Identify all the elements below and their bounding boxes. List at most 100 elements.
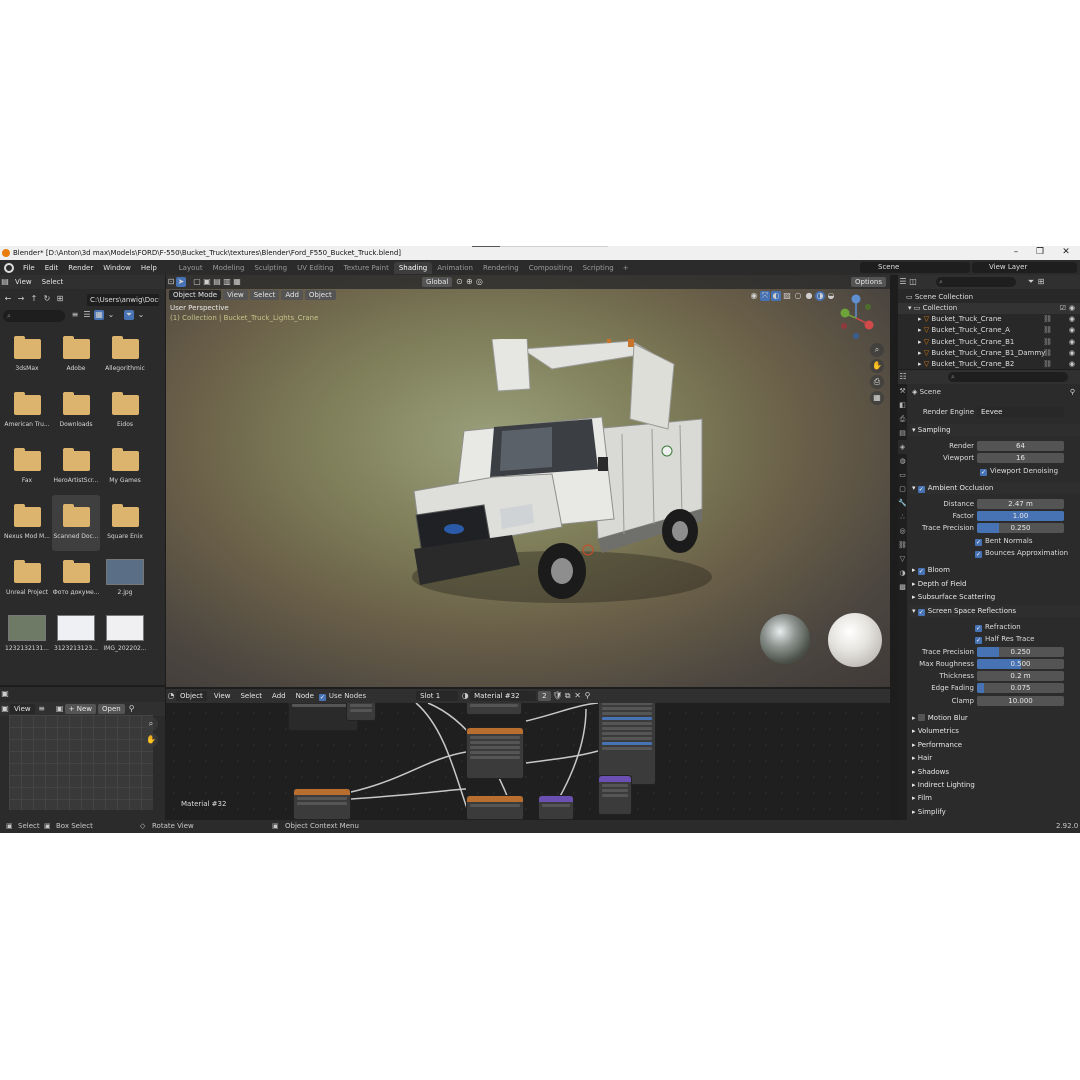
new-collection-icon[interactable]: ⊞ (1036, 277, 1046, 287)
forward-arrow-icon[interactable]: → (16, 294, 26, 304)
outliner-object-row[interactable]: ▸ ▽ Bucket_Truck_Crane_B1 ⛓ ◉ (898, 337, 1080, 348)
tab-modeling[interactable]: Modeling (208, 262, 250, 274)
file-item[interactable]: IMG_202202... (101, 607, 149, 663)
pivot-icon[interactable]: ⊙ (454, 277, 464, 287)
outliner-scene-collection[interactable]: ▭ Scene Collection (898, 292, 1080, 303)
maximize-button[interactable]: ❐ (1028, 247, 1052, 257)
file-item[interactable]: 3dsMax (3, 327, 51, 383)
view-layer-tab-icon[interactable]: ▤ (898, 426, 907, 440)
menu-edit[interactable]: Edit (40, 264, 64, 272)
pin-icon[interactable]: ⚲ (127, 704, 137, 714)
tab-sculpting[interactable]: Sculpting (249, 262, 292, 274)
file-item[interactable]: HeroArtistScr... (52, 439, 100, 495)
select-mode-icon-4[interactable]: ▥ (222, 277, 232, 287)
image-browse-icon[interactable]: ▣ (55, 704, 65, 714)
wireframe-shading-icon[interactable]: ○ (793, 291, 803, 301)
image-editor-type-icon[interactable]: ▣ (0, 704, 10, 714)
eye-icon[interactable]: ◉ (1069, 325, 1075, 336)
xray-icon[interactable]: ▨ (782, 291, 792, 301)
file-item[interactable]: American Tru... (3, 383, 51, 439)
eye-icon[interactable]: ◉ (1069, 337, 1075, 348)
overlay-toggle-icon[interactable]: ◐ (771, 291, 781, 301)
motion-blur-checkbox[interactable] (917, 714, 925, 721)
close-button[interactable]: ✕ (1054, 247, 1078, 257)
tab-rendering[interactable]: Rendering (478, 262, 524, 274)
outliner-object-row[interactable]: ▸ ▽ Bucket_Truck_Crane ⛓ ◉ (898, 314, 1080, 325)
select-mode-icon-2[interactable]: ▣ (202, 277, 212, 287)
transform-orientation[interactable]: Global (422, 277, 453, 287)
ssr-section-header[interactable]: ▾ ✓ Screen Space Reflections (909, 605, 1080, 617)
new-image-button[interactable]: + New (64, 704, 96, 714)
bloom-section-header[interactable]: ▸ ✓ Bloom (909, 564, 1080, 576)
tool-tab-icon[interactable]: ⚒ (898, 384, 907, 398)
modifier-tab-icon[interactable]: 🔧 (898, 496, 907, 510)
output-tab-icon[interactable]: ⎙ (898, 412, 907, 426)
editor-type-icon[interactable]: ☷ (898, 372, 908, 382)
vp-menu-view[interactable]: View (223, 290, 248, 300)
outliner-collection[interactable]: ▾ ▭ Collection ☑ ◉ (898, 303, 1080, 314)
minimize-button[interactable]: – (1004, 247, 1028, 257)
max-roughness-slider[interactable]: 0.500 (977, 659, 1064, 669)
pin-icon[interactable]: ⚲ (583, 691, 593, 701)
particles-tab-icon[interactable]: ∴ (898, 510, 907, 524)
material-tab-icon[interactable]: ◑ (898, 566, 907, 580)
gizmo-toggle-icon[interactable]: ⤧ (760, 291, 770, 301)
node-menu-add[interactable]: Add (267, 692, 291, 700)
node-menu-view[interactable]: View (209, 692, 236, 700)
file-item[interactable]: My Games (101, 439, 149, 495)
menu-window[interactable]: Window (98, 264, 136, 272)
sampling-viewport-field[interactable]: 16 (977, 453, 1064, 463)
fb-search-input[interactable]: ⌕ (3, 310, 65, 322)
viewport-denoising-checkbox[interactable]: ✓ Viewport Denoising (909, 465, 1080, 477)
open-image-button[interactable]: Open (98, 704, 125, 714)
editor-type-icon[interactable]: ⊡ (166, 277, 176, 287)
visibility-icon[interactable]: ◉ (749, 291, 759, 301)
eye-icon[interactable]: ◉ (1069, 303, 1075, 314)
outliner-object-row[interactable]: ▸ ▽ Bucket_Truck_Crane_A ⛓ ◉ (898, 325, 1080, 336)
properties-search-input[interactable]: ⌕ (948, 372, 1068, 382)
collection-tab-icon[interactable]: ▭ (898, 468, 907, 482)
menu-render[interactable]: Render (63, 264, 98, 272)
filter-icon[interactable]: ⏷ (1026, 277, 1036, 287)
file-item[interactable]: Eidos (101, 383, 149, 439)
collapsed-section-header[interactable]: ▸ Simplify (909, 806, 1080, 818)
3d-viewport[interactable]: ⊡ ➤ ▢ ▣ ▤ ▥ ▦ Global ⊙ ⊕ ◎ Options Objec… (166, 275, 890, 687)
menu-file[interactable]: File (18, 264, 40, 272)
file-item[interactable]: 1232132131... (3, 607, 51, 663)
node-editor-canvas[interactable]: Material #32 (166, 689, 890, 820)
tab-shading[interactable]: Shading (393, 261, 433, 274)
vp-menu-add[interactable]: Add (281, 290, 303, 300)
material-name-field[interactable]: Material #32 (470, 691, 537, 701)
pin-icon[interactable]: ⚲ (1070, 386, 1075, 398)
menu-help[interactable]: Help (136, 264, 162, 272)
eye-icon[interactable]: ◉ (1069, 348, 1075, 359)
object-mode-dropdown[interactable]: Object Mode (169, 290, 222, 300)
normal-map-node[interactable] (598, 775, 632, 815)
file-item[interactable]: Scanned Doc... (52, 495, 100, 551)
bloom-enable-checkbox[interactable]: ✓ (917, 568, 925, 575)
physics-tab-icon[interactable]: ◎ (898, 524, 907, 538)
sampling-section-header[interactable]: ▾ Sampling (909, 424, 1080, 436)
eye-icon[interactable]: ◉ (1069, 359, 1075, 370)
file-item[interactable]: Fax (3, 439, 51, 495)
select-mode-icon-3[interactable]: ▤ (212, 277, 222, 287)
fb-menu-view[interactable]: View (10, 278, 37, 286)
navigation-gizmo[interactable] (832, 292, 880, 342)
principled-bsdf-node[interactable] (598, 699, 656, 785)
sss-section-header[interactable]: ▸ Subsurface Scattering (909, 591, 1080, 603)
node-menu-node[interactable]: Node (291, 692, 319, 700)
select-tool-icon[interactable]: ➤ (176, 277, 186, 287)
tab-animation[interactable]: Animation (432, 262, 478, 274)
short-list-icon[interactable]: ☰ (82, 310, 92, 320)
tab-texture-paint[interactable]: Texture Paint (339, 262, 394, 274)
material-browse-icon[interactable]: ◑ (460, 691, 470, 701)
data-tab-icon[interactable]: ▽ (898, 552, 907, 566)
bounces-approx-checkbox[interactable]: ✓ Bounces Approximation (909, 547, 1080, 559)
bent-normals-checkbox[interactable]: ✓ Bent Normals (909, 535, 1080, 547)
shader-type-dropdown[interactable]: Object (176, 691, 207, 701)
texture-tab-icon[interactable]: ▩ (898, 580, 907, 594)
ao-trace-slider[interactable]: 0.250 (977, 523, 1064, 533)
image-texture-node[interactable] (466, 727, 524, 779)
parent-dir-icon[interactable]: ↑ (29, 294, 39, 304)
image-texture-node-top[interactable] (466, 701, 522, 715)
